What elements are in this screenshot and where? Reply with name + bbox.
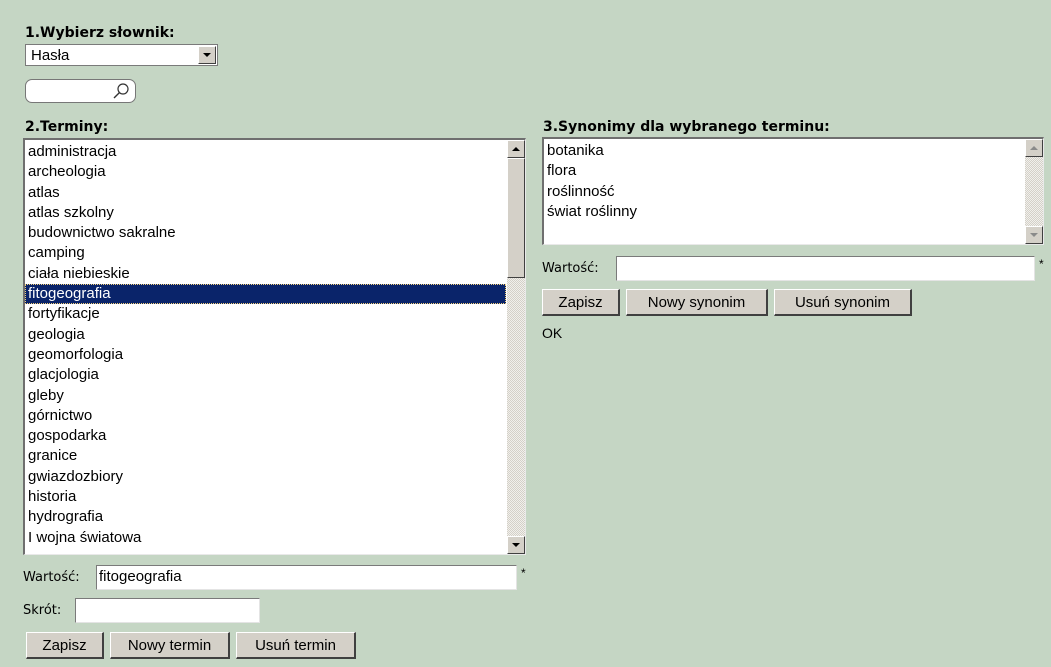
list-item[interactable]: I wojna światowa	[25, 528, 506, 548]
new-term-button[interactable]: Nowy termin	[110, 632, 230, 659]
scroll-down-button	[1025, 226, 1043, 244]
abbrev-field[interactable]	[75, 598, 260, 623]
search-icon[interactable]	[112, 82, 130, 100]
term-value-field[interactable]: fitogeografia	[96, 565, 517, 590]
list-item[interactable]: świat roślinny	[544, 202, 1024, 222]
scroll-up-button	[1025, 139, 1043, 157]
search-input[interactable]	[25, 79, 136, 103]
chevron-down-icon	[203, 53, 211, 57]
synonyms-heading: 3.Synonimy dla wybranego terminu:	[543, 119, 830, 135]
arrow-down-icon	[512, 543, 520, 547]
list-item[interactable]: archeologia	[25, 162, 506, 182]
arrow-up-icon	[512, 147, 520, 151]
list-item[interactable]: botanika	[544, 141, 1024, 161]
scroll-up-button[interactable]	[507, 140, 525, 158]
delete-term-button[interactable]: Usuń termin	[236, 632, 356, 659]
terms-scrollbar[interactable]	[507, 140, 525, 554]
dictionary-select[interactable]: Hasła	[25, 44, 218, 66]
list-item[interactable]: górnictwo	[25, 406, 506, 426]
list-item[interactable]: glacjologia	[25, 365, 506, 385]
dictionary-heading: 1.Wybierz słownik:	[25, 25, 175, 41]
list-item[interactable]: geomorfologia	[25, 345, 506, 365]
list-item[interactable]: granice	[25, 446, 506, 466]
term-value-label: Wartość:	[23, 570, 80, 585]
list-item[interactable]: gwiazdozbiory	[25, 467, 506, 487]
list-item[interactable]: geologia	[25, 325, 506, 345]
arrow-up-icon	[1030, 146, 1038, 150]
list-item[interactable]: atlas szkolny	[25, 203, 506, 223]
arrow-down-icon	[1030, 233, 1038, 237]
list-item[interactable]: fortyfikacje	[25, 304, 506, 324]
status-message: OK	[542, 325, 563, 341]
abbrev-label: Skrót:	[23, 603, 62, 618]
list-item[interactable]: administracja	[25, 142, 506, 162]
list-item[interactable]: ciała niebieskie	[25, 264, 506, 284]
list-item[interactable]: budownictwo sakralne	[25, 223, 506, 243]
required-marker: *	[1039, 257, 1044, 271]
new-synonym-button[interactable]: Nowy synonim	[626, 289, 768, 316]
synonym-value-field[interactable]	[616, 256, 1035, 281]
list-item[interactable]: historia	[25, 487, 506, 507]
required-marker: *	[521, 566, 526, 580]
terms-heading: 2.Terminy:	[25, 119, 109, 135]
list-item[interactable]: gospodarka	[25, 426, 506, 446]
dropdown-arrow-button[interactable]	[198, 46, 216, 64]
list-item[interactable]: fitogeografia	[25, 284, 506, 305]
list-item[interactable]: flora	[544, 161, 1024, 181]
list-item[interactable]: camping	[25, 243, 506, 263]
list-item[interactable]: roślinność	[544, 182, 1024, 202]
list-item[interactable]: hydrografia	[25, 507, 506, 527]
synonyms-listbox[interactable]: botanika flora roślinność świat roślinny	[542, 137, 1044, 245]
synonym-value-label: Wartość:	[542, 261, 599, 276]
synonyms-scrollbar	[1025, 139, 1043, 244]
scroll-down-button[interactable]	[507, 536, 525, 554]
list-item[interactable]: gleby	[25, 386, 506, 406]
save-term-button[interactable]: Zapisz	[26, 632, 104, 659]
list-item[interactable]: atlas	[25, 183, 506, 203]
terms-listbox[interactable]: administracja archeologia atlas atlas szkol…	[23, 138, 526, 555]
delete-synonym-button[interactable]: Usuń synonim	[774, 289, 912, 316]
dictionary-selected-value: Hasła	[31, 46, 70, 64]
save-synonym-button[interactable]: Zapisz	[542, 289, 620, 316]
scroll-thumb[interactable]	[507, 158, 525, 278]
